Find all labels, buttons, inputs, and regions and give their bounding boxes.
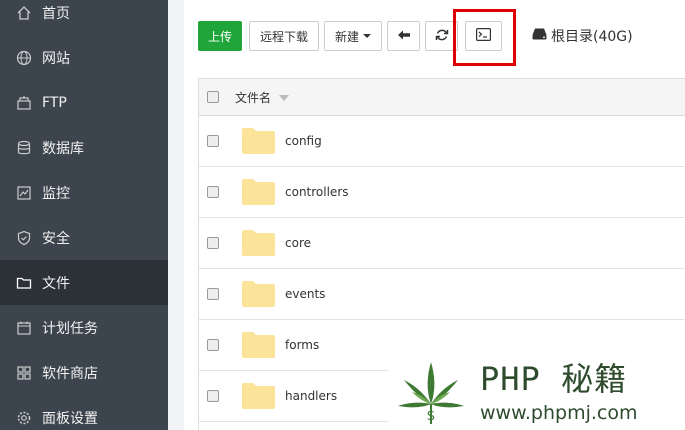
sidebar-item-label: 首页 [42, 5, 70, 22]
sidebar-item-database[interactable]: 数据库 [0, 125, 168, 170]
upload-button[interactable]: 上传 [198, 21, 242, 51]
folder-icon [242, 332, 275, 358]
hard-drive-icon [532, 28, 551, 44]
sidebar-item-label: 软件商店 [42, 365, 98, 382]
sidebar-item-store[interactable]: 软件商店 [0, 350, 168, 395]
file-name[interactable]: forms [285, 338, 319, 352]
row-checkbox[interactable] [207, 135, 219, 147]
folder-icon [16, 275, 32, 291]
caret-down-icon [363, 34, 371, 38]
sidebar-item-home[interactable]: 首页 [0, 0, 168, 35]
watermark: $ PHP 秘籍 www.phpmj.com [388, 352, 685, 430]
select-all-checkbox[interactable] [207, 91, 219, 103]
folder-icon [242, 179, 275, 205]
folder-icon [242, 128, 275, 154]
file-name[interactable]: handlers [285, 389, 337, 403]
shield-icon [16, 230, 32, 246]
highlight-box [453, 9, 516, 66]
table-header: 文件名 [199, 79, 685, 116]
watermark-title: PHP 秘籍 [480, 360, 628, 398]
sidebar-item-files[interactable]: 文件 [0, 260, 168, 305]
file-name[interactable]: config [285, 134, 322, 148]
grid-icon [16, 365, 32, 381]
sidebar-item-settings[interactable]: 面板设置 [0, 395, 168, 430]
svg-text:$: $ [427, 408, 436, 424]
back-button[interactable] [387, 21, 420, 51]
folder-icon [242, 383, 275, 409]
table-row[interactable]: core [199, 218, 685, 269]
leaf-logo-icon: $ [398, 362, 464, 424]
sidebar-item-label: FTP [42, 94, 67, 111]
sidebar: 首页 网站 FTP 数据库 监控 安全 文件 计划任务 软件商店 面板设置 [0, 0, 168, 430]
row-checkbox[interactable] [207, 339, 219, 351]
sidebar-item-label: 网站 [42, 50, 70, 67]
filename-column-header[interactable]: 文件名 [235, 89, 289, 106]
folder-icon [242, 230, 275, 256]
ftp-icon [16, 95, 32, 111]
folder-icon [242, 281, 275, 307]
table-row[interactable]: config [199, 116, 685, 167]
globe-icon [16, 50, 32, 66]
table-row[interactable]: events [199, 269, 685, 320]
arrow-left-icon [397, 29, 411, 44]
monitor-icon [16, 185, 32, 201]
sidebar-item-website[interactable]: 网站 [0, 35, 168, 80]
toolbar: 上传 远程下载 新建 根目录(40G) [184, 0, 685, 72]
row-checkbox[interactable] [207, 390, 219, 402]
file-name[interactable]: controllers [285, 185, 349, 199]
refresh-icon [435, 28, 449, 45]
file-name[interactable]: core [285, 236, 311, 250]
sort-down-icon [278, 95, 289, 101]
sidebar-item-label: 安全 [42, 230, 70, 247]
remote-download-button[interactable]: 远程下载 [249, 21, 319, 51]
sidebar-item-label: 计划任务 [42, 320, 98, 337]
home-icon [16, 5, 32, 21]
sidebar-item-label: 数据库 [42, 140, 84, 157]
table-row[interactable]: controllers [199, 167, 685, 218]
sidebar-item-label: 监控 [42, 185, 70, 202]
sidebar-item-monitor[interactable]: 监控 [0, 170, 168, 215]
sidebar-item-security[interactable]: 安全 [0, 215, 168, 260]
sidebar-item-ftp[interactable]: FTP [0, 80, 168, 125]
database-icon [16, 140, 32, 156]
new-dropdown-button[interactable]: 新建 [324, 21, 382, 51]
sidebar-item-label: 文件 [42, 275, 70, 292]
calendar-icon [16, 320, 32, 336]
file-name[interactable]: events [285, 287, 325, 301]
sidebar-item-cron[interactable]: 计划任务 [0, 305, 168, 350]
disk-selector[interactable]: 根目录(40G) [532, 21, 633, 51]
row-checkbox[interactable] [207, 237, 219, 249]
row-checkbox[interactable] [207, 288, 219, 300]
gear-icon [16, 410, 32, 426]
row-checkbox[interactable] [207, 186, 219, 198]
sidebar-item-label: 面板设置 [42, 410, 98, 427]
watermark-url: www.phpmj.com [480, 402, 638, 424]
